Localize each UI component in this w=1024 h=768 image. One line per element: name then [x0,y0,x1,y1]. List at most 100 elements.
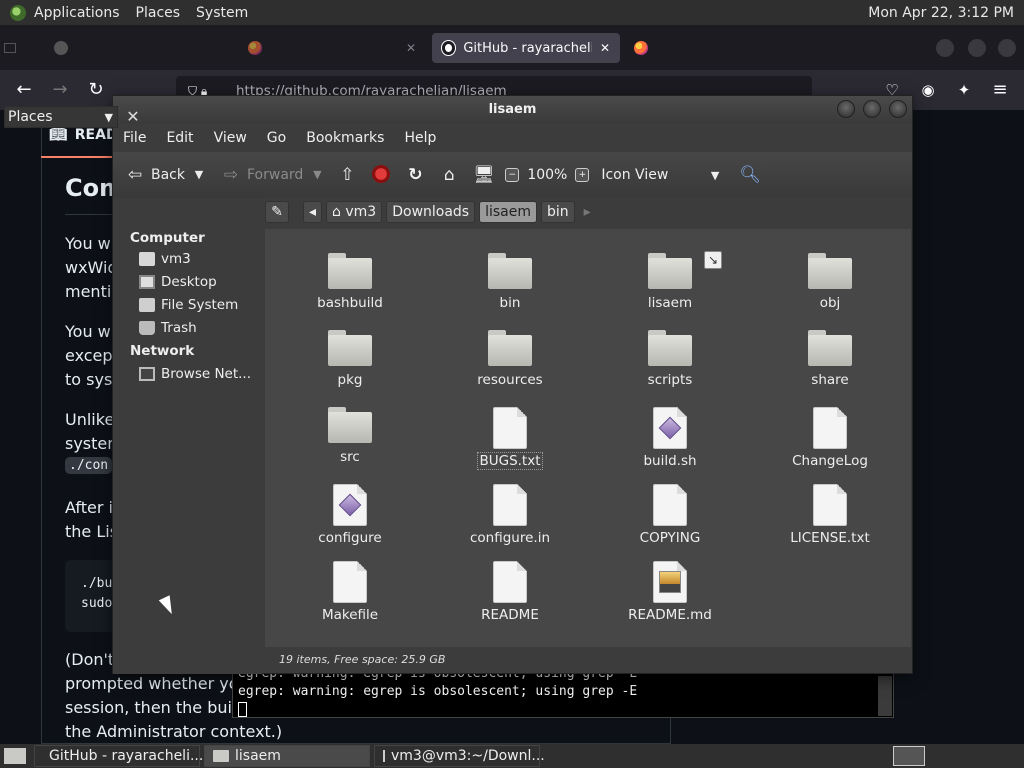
up-arrow-icon[interactable]: ⇧ [337,165,357,185]
menu-file[interactable]: File [113,130,156,146]
clock[interactable]: Mon Apr 22, 3:12 PM [858,5,1024,21]
file-item[interactable]: Makefile [280,561,420,623]
workspace-switcher[interactable] [893,746,925,766]
tab-overview-icon[interactable] [4,33,18,63]
tab-close-icon[interactable]: ✕ [406,41,416,55]
places-select-label: Places [8,109,53,125]
file-item[interactable]: obj [760,253,900,311]
forward-button[interactable]: ⇨ Forward [215,165,309,185]
places-menu[interactable]: Places [128,5,189,21]
home-icon[interactable]: ⌂ [439,165,459,185]
applications-menu[interactable]: Applications [26,5,128,21]
breadcrumb-lisaem[interactable]: lisaem [479,201,538,223]
terminal-window[interactable]: egrep: warning: egrep is obsolescent; us… [232,666,894,719]
view-mode-select[interactable]: Icon View ▼ [595,167,725,183]
file-item[interactable]: README [440,561,580,623]
account-icon[interactable]: ◉ [916,78,940,102]
view-mode-chevron-icon: ▼ [710,168,720,182]
icon-view[interactable]: bashbuild bin ↘ lisaem obj pkg resources … [265,229,911,647]
file-item[interactable]: COPYING [600,484,740,546]
file-item[interactable]: README.md [600,561,740,623]
close-sidebar-icon[interactable]: ✕ [122,106,144,128]
file-item[interactable]: bin [440,253,580,311]
back-arrow-icon[interactable]: ← [12,78,36,102]
file-item[interactable]: configure [280,484,420,546]
tab-favicon-icon [54,41,68,55]
close-button[interactable] [889,100,907,118]
sidebar-item-vm3[interactable]: vm3 [139,251,191,267]
menu-go[interactable]: Go [257,130,296,146]
book-icon: 📖︎ [49,127,67,143]
breadcrumb-left-arrow-icon[interactable]: ◂ [303,201,323,223]
system-menu[interactable]: System [188,5,256,21]
file-name: BUGS.txt [477,452,543,470]
menu-help[interactable]: Help [394,130,446,146]
file-item[interactable]: LICENSE.txt [760,484,900,546]
edit-location-icon[interactable]: ✎ [265,201,289,223]
desktop-icon [139,275,155,289]
minimize-button[interactable] [837,100,855,118]
zoom-in-icon[interactable]: + [575,168,590,182]
text-line: You wi [65,322,116,341]
text-file-icon [653,484,687,526]
sidebar-item-desktop[interactable]: Desktop [139,274,217,290]
browser-close-button[interactable] [998,39,1016,57]
taskbar-item-browser[interactable]: GitHub - rayaracheli... [34,745,203,767]
browser-tab[interactable] [44,33,234,63]
file-item[interactable]: configure.in [440,484,580,546]
file-item[interactable]: BUGS.txt [440,407,580,470]
text-line: After i [65,498,113,517]
back-history-chevron-icon[interactable]: ▼ [191,165,207,185]
file-name: Makefile [321,607,379,623]
breadcrumb-right-arrow-icon[interactable]: ▸ [579,202,596,222]
distro-logo-icon[interactable] [10,4,26,21]
browser-tab[interactable]: ✕ [238,33,426,63]
menu-bookmarks[interactable]: Bookmarks [296,130,394,146]
file-item[interactable]: src [280,407,420,465]
browser-maximize-button[interactable] [968,39,986,57]
file-item[interactable]: build.sh [600,407,740,469]
back-arrow-icon: ⇦ [127,165,143,185]
terminal-prompt[interactable] [233,701,893,719]
reload-icon[interactable]: ↻ [84,78,108,102]
tab-close-icon[interactable]: ✕ [600,41,610,55]
tab-favicon-icon [248,41,262,55]
browser-tab-active[interactable]: GitHub - rayarachelian ✕ [432,33,620,63]
breadcrumb-bin[interactable]: bin [541,201,575,223]
sidebar-item-browse-network[interactable]: Browse Net... [139,366,251,382]
show-desktop-icon[interactable] [4,748,26,764]
places-select[interactable]: Places ▼ [4,106,118,128]
file-item[interactable]: scripts [600,330,740,388]
file-item[interactable]: share [760,330,900,388]
search-icon[interactable]: 🔍︎ [739,165,761,185]
zoom-out-icon[interactable]: − [505,168,520,182]
maximize-button[interactable] [863,100,881,118]
symlink-badge-icon: ↘ [704,251,722,269]
breadcrumb-downloads[interactable]: Downloads [386,201,476,223]
reload-icon[interactable]: ↻ [405,165,425,185]
file-item[interactable]: ↘ lisaem [600,251,740,311]
menu-edit[interactable]: Edit [156,130,203,146]
file-item[interactable]: ChangeLog [760,407,900,469]
stop-icon[interactable] [371,165,391,185]
extensions-icon[interactable]: ✦ [952,78,976,102]
browser-tab[interactable] [624,33,784,63]
forward-label: Forward [247,167,304,183]
terminal-scrollbar[interactable] [878,676,892,716]
browser-minimize-button[interactable] [936,39,954,57]
taskbar-item-file-manager[interactable]: lisaem [204,745,370,767]
forward-arrow-icon[interactable]: → [48,78,72,102]
app-menu-icon[interactable]: ≡ [988,78,1012,102]
file-item[interactable]: bashbuild [280,253,420,311]
back-button[interactable]: ⇦ Back [119,165,191,185]
menu-view[interactable]: View [204,130,257,146]
taskbar-item-terminal[interactable]: vm3@vm3:~/Downl... [374,745,545,767]
sidebar-item-file-system[interactable]: File System [139,297,238,313]
forward-history-chevron-icon[interactable]: ▼ [309,165,325,185]
file-item[interactable]: resources [440,330,580,388]
computer-icon[interactable]: 🖥︎ [473,165,495,185]
breadcrumb-vm3[interactable]: ⌂ vm3 [326,201,383,223]
window-title[interactable]: lisaem [113,96,912,124]
sidebar-item-trash[interactable]: Trash [139,320,197,336]
file-item[interactable]: pkg [280,330,420,388]
